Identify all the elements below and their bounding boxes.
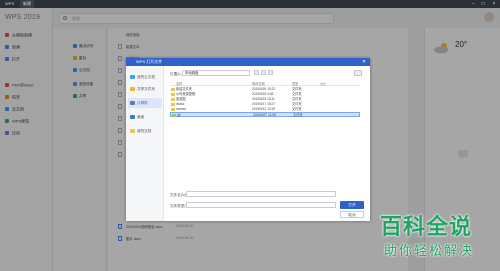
maximize-icon[interactable]: □ [478, 0, 488, 8]
folder-icon [171, 97, 175, 101]
filename-label: 文件名(N): [170, 193, 187, 197]
dialog-sidebar-documents[interactable]: 我的文档 [128, 126, 162, 136]
watermark-title: 百科全说 [380, 215, 473, 240]
cloud-icon [130, 75, 135, 80]
table-row-selected[interactable]: gif 2019/5/27 11:08 文件夹 [170, 112, 360, 117]
close-icon[interactable]: ✕ [361, 58, 367, 66]
view-menu-icon[interactable] [354, 70, 362, 76]
folder-icon [171, 102, 175, 106]
up-folder-icon[interactable] [261, 70, 266, 75]
dialog-sidebar-desktop[interactable]: 桌面 [128, 112, 162, 122]
dialog-sidebar-computer[interactable]: 计算机 [128, 98, 162, 108]
dialog-sidebar: 我的云文档 共享文件夹 计算机 桌面 我的文档 [126, 66, 164, 221]
documents-icon [130, 129, 135, 134]
column-header-size[interactable]: 大小 [320, 81, 326, 86]
location-label: 位置(I): [170, 72, 182, 76]
minimize-icon[interactable]: – [468, 0, 478, 8]
back-icon[interactable] [254, 70, 259, 75]
open-file-dialog: WPS 打开文件 ✕ 我的云文档 共享文件夹 计算机 桌面 我的文档 位置(I)… [126, 58, 370, 221]
dialog-sidebar-cloud[interactable]: 我的云文档 [128, 72, 162, 82]
gif-folder-icon [172, 113, 176, 117]
desktop-icon [130, 115, 135, 120]
new-folder-icon[interactable] [268, 70, 273, 75]
dialog-title: WPS 打开文件 [126, 58, 370, 66]
location-select[interactable]: 本地磁盘 [182, 70, 250, 76]
shared-folder-icon [130, 87, 135, 92]
title-bar: WPS 新建 – □ × [0, 0, 500, 8]
tab-new[interactable]: 新建 [20, 0, 34, 8]
filename-input[interactable] [186, 191, 336, 197]
watermark-subtitle: 助你轻松解决 [384, 244, 475, 259]
close-window-icon[interactable]: × [489, 0, 499, 8]
dialog-sidebar-shared[interactable]: 共享文件夹 [128, 84, 162, 94]
column-header-date[interactable]: 修改日期 [252, 81, 265, 86]
computer-icon [130, 101, 135, 106]
filetype-select[interactable] [186, 202, 336, 208]
column-header-name[interactable]: 名称 [176, 81, 182, 86]
open-button[interactable]: 打开 [340, 201, 364, 209]
file-table-header: 名称 修改日期 类型 大小 [170, 81, 360, 86]
folder-icon [171, 92, 175, 96]
folder-icon [171, 107, 175, 111]
column-header-type[interactable]: 类型 [292, 81, 298, 86]
folder-icon [171, 87, 175, 91]
tab-wps-home[interactable]: WPS [2, 0, 17, 8]
cancel-button[interactable]: 取消 [340, 211, 364, 218]
